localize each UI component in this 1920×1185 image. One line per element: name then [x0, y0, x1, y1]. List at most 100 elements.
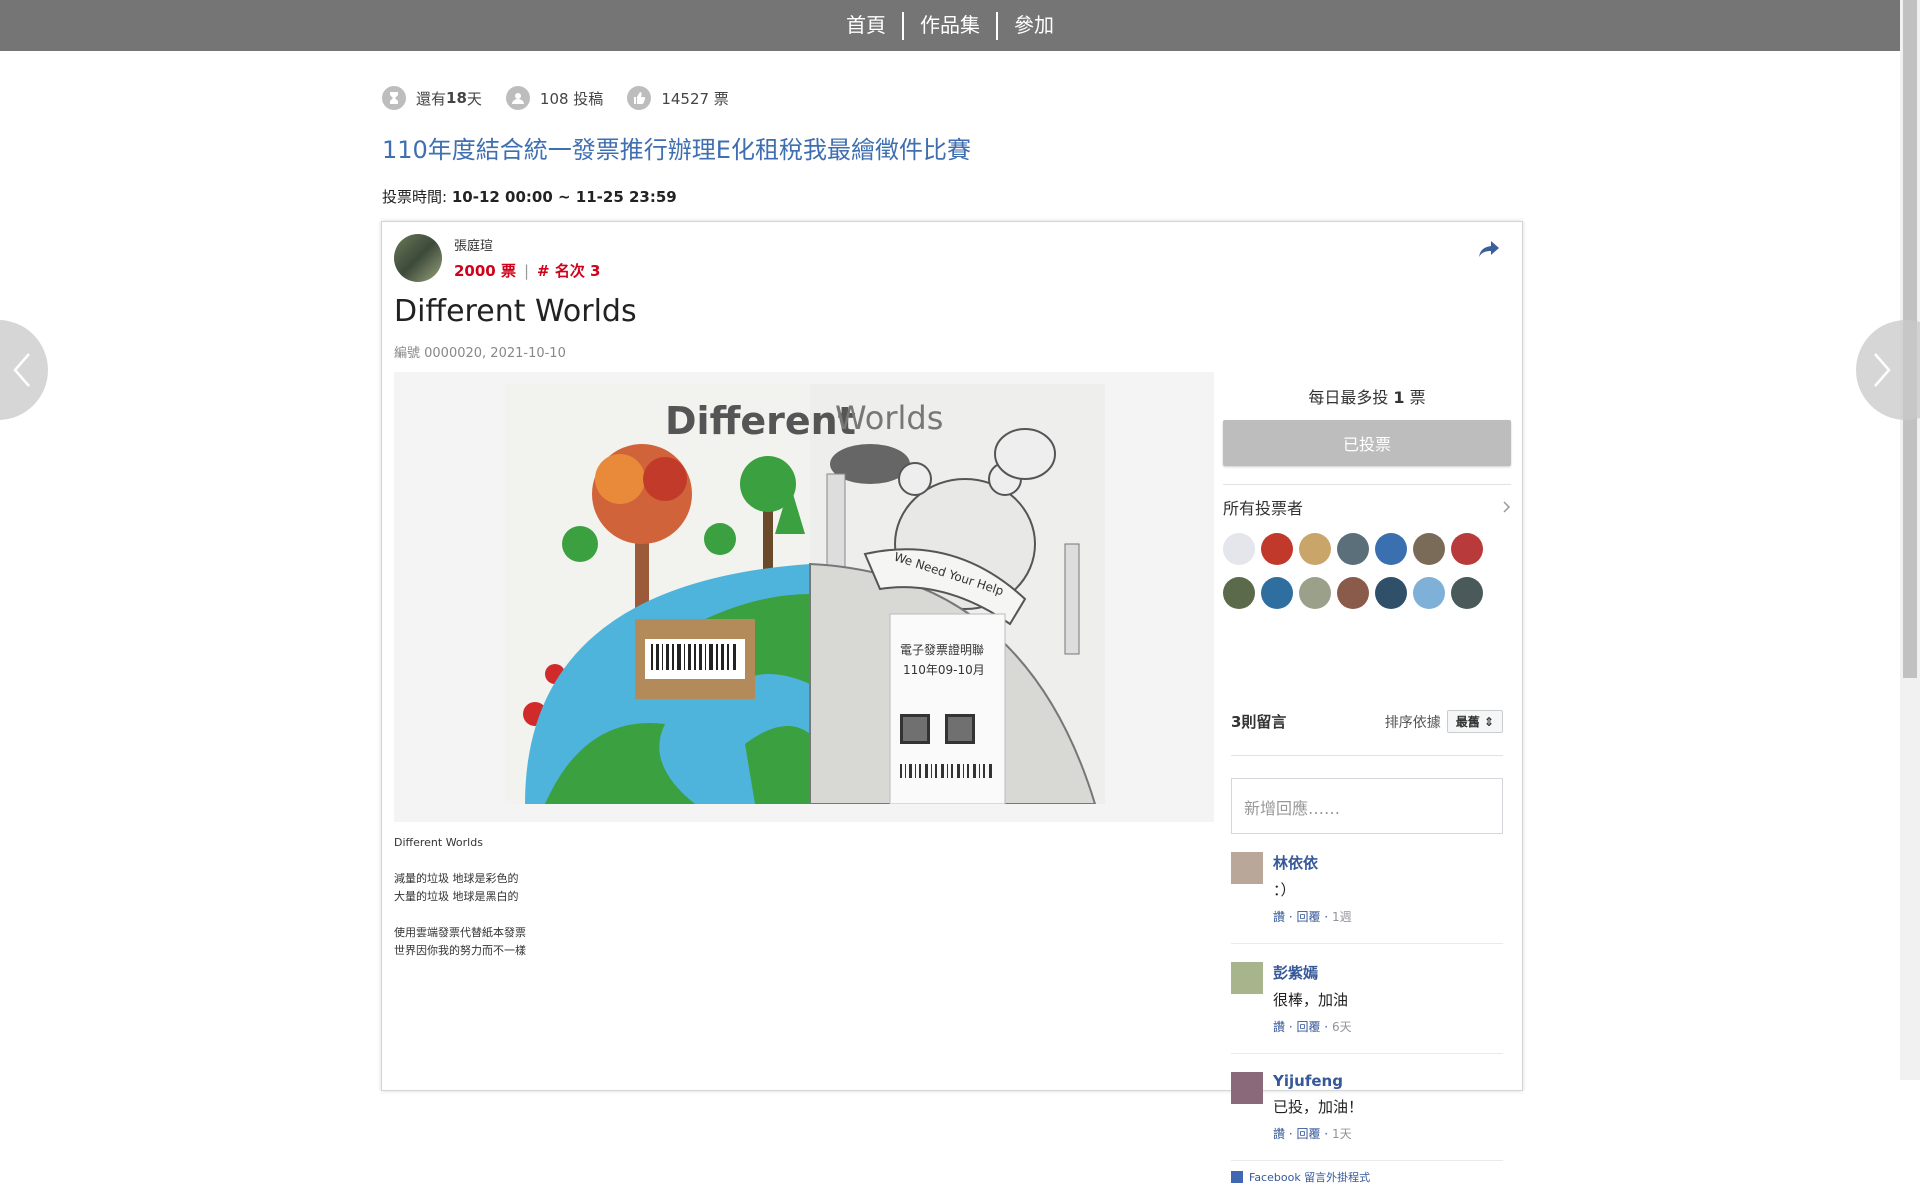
sort-select[interactable]: 最舊 ⇕ [1446, 710, 1503, 733]
entry-description: Different Worlds 減量的垃圾 地球是彩色的 大量的垃圾 地球是黑… [394, 836, 526, 957]
comment-time[interactable]: 1天 [1332, 1127, 1352, 1141]
commenter-avatar[interactable] [1231, 852, 1263, 884]
comment-item: 林依依 ：） 讚 · 回覆 · 1週 [1231, 852, 1503, 944]
reply-link[interactable]: 回覆 [1296, 1020, 1320, 1034]
voting-panel: 每日最多投 1 票 已投票 所有投票者 [1223, 372, 1511, 609]
submissions-stat: 108 投稿 [505, 86, 604, 110]
top-nav: 首頁 作品集 參加 [0, 0, 1900, 51]
reply-link[interactable]: 回覆 [1296, 910, 1320, 924]
contest-stats: 還有 18 天 108 投稿 14527 票 [382, 86, 753, 110]
nav-gallery-link[interactable]: 作品集 [904, 12, 996, 39]
comment-text: 已投，加油！ [1273, 1098, 1364, 1116]
comment-time[interactable]: 1週 [1332, 910, 1352, 924]
entry-title: Different Worlds [394, 294, 637, 329]
entry-votes: 2000 票 [454, 262, 516, 280]
previous-entry-button[interactable] [0, 320, 48, 420]
share-button[interactable] [1478, 240, 1500, 262]
divider [1223, 484, 1511, 485]
like-link[interactable]: 讚 [1273, 1020, 1285, 1034]
entry-rank: # 名次 3 [537, 262, 601, 280]
commenter-name[interactable]: 彭紫嫣 [1273, 962, 1352, 983]
vote-limit-suffix: 票 [1409, 388, 1426, 407]
comment-text: 很棒，加油 [1273, 991, 1349, 1009]
voter-avatar[interactable] [1451, 533, 1483, 565]
like-link[interactable]: 讚 [1273, 910, 1285, 924]
comment-count: 3則留言 [1231, 713, 1287, 731]
remaining-prefix: 還有 [416, 89, 447, 108]
voter-avatar[interactable] [1375, 577, 1407, 609]
vote-time: 投票時間: 10-12 00:00 ~ 11-25 23:59 [382, 186, 677, 207]
daily-vote-limit: 每日最多投 1 票 [1223, 384, 1511, 408]
commenter-name[interactable]: Yijufeng [1273, 1072, 1363, 1090]
vote-limit-count: 1 [1393, 388, 1405, 407]
author-avatar[interactable] [394, 234, 442, 282]
contest-title[interactable]: 110年度結合統一發票推行辦理E化租稅我最繪徵件比賽 [382, 130, 971, 165]
comment-actions: 讚 · 回覆 · 6天 [1273, 1020, 1352, 1034]
artwork-frame: Different Worlds We Need Your Help 電子發票證… [394, 372, 1214, 822]
chevron-right-icon [1503, 501, 1511, 513]
voter-avatar[interactable] [1223, 577, 1255, 609]
comment-actions: 讚 · 回覆 · 1天 [1273, 1127, 1352, 1141]
comment-item: 彭紫嫣 很棒，加油 讚 · 回覆 · 6天 [1231, 962, 1503, 1054]
artwork-heading-left: Different [665, 399, 856, 443]
thumbs-up-icon [627, 86, 652, 110]
artwork-drawing: Different Worlds We Need Your Help 電子發票證… [505, 384, 1105, 804]
nav-home-link[interactable]: 首頁 [830, 12, 902, 39]
share-icon [1479, 241, 1499, 257]
vote-limit-prefix: 每日最多投 [1308, 388, 1389, 407]
voter-avatar[interactable] [1223, 533, 1255, 565]
comment-actions: 讚 · 回覆 · 1週 [1273, 910, 1352, 924]
vote-time-value: 10-12 00:00 ~ 11-25 23:59 [451, 188, 677, 206]
page-scrollbar[interactable] [1900, 0, 1920, 1080]
meta-divider: | [523, 262, 530, 280]
artwork-receipt-title: 電子發票證明聯 [900, 642, 984, 657]
facebook-icon [1231, 1171, 1243, 1183]
facebook-plugin-link[interactable]: Facebook 留言外掛程式 [1231, 1169, 1503, 1185]
remaining-suffix: 天 [466, 89, 482, 108]
voter-avatar[interactable] [1375, 533, 1407, 565]
voter-avatar[interactable] [1451, 577, 1483, 609]
sort-value: 最舊 [1455, 715, 1480, 729]
artwork-image[interactable]: Different Worlds We Need Your Help 電子發票證… [505, 384, 1105, 804]
comment-text: ：） [1273, 881, 1296, 899]
author-name[interactable]: 張庭瑄 [454, 235, 601, 254]
artwork-receipt-period: 110年09-10月 [903, 663, 985, 677]
comment-item: Yijufeng 已投，加油！ 讚 · 回覆 · 1天 [1231, 1072, 1503, 1161]
reply-link[interactable]: 回覆 [1296, 1127, 1320, 1141]
voter-avatar[interactable] [1337, 533, 1369, 565]
comment-time[interactable]: 6天 [1332, 1020, 1352, 1034]
voter-avatar[interactable] [1413, 577, 1445, 609]
voter-avatar[interactable] [1261, 533, 1293, 565]
hourglass-icon [382, 86, 406, 110]
submissions-count: 108 投稿 [539, 89, 604, 108]
commenter-avatar[interactable] [1231, 1072, 1263, 1104]
divider [1231, 755, 1503, 756]
entry-meta: 編號 0000020, 2021-10-10 [394, 346, 566, 361]
remaining-days-stat: 還有 18 天 [382, 86, 482, 110]
comment-input[interactable]: 新增回應…… [1231, 778, 1503, 834]
voter-avatar[interactable] [1299, 577, 1331, 609]
like-link[interactable]: 讚 [1273, 1127, 1285, 1141]
votes-count: 14527 票 [661, 89, 729, 108]
artwork-heading-right: Worlds [835, 399, 943, 437]
comments-header: 3則留言 排序依據 最舊 ⇕ [1223, 710, 1511, 733]
plugin-label: Facebook 留言外掛程式 [1249, 1171, 1371, 1184]
comment-sort: 排序依據 最舊 ⇕ [1385, 710, 1503, 733]
voted-button[interactable]: 已投票 [1223, 420, 1511, 466]
all-voters-link[interactable]: 所有投票者 [1223, 495, 1511, 519]
sort-label: 排序依據 [1384, 714, 1441, 731]
chevron-left-icon [13, 353, 30, 387]
next-entry-button[interactable] [1856, 320, 1920, 420]
voter-avatar[interactable] [1413, 533, 1445, 565]
commenter-name[interactable]: 林依依 [1273, 852, 1352, 873]
voter-avatars [1223, 533, 1511, 609]
nav-join-link[interactable]: 參加 [998, 12, 1070, 39]
voter-avatar[interactable] [1299, 533, 1331, 565]
commenter-avatar[interactable] [1231, 962, 1263, 994]
entry-card: 張庭瑄 2000 票 | # 名次 3 Different Worlds 編號 00… [381, 221, 1523, 1184]
voter-avatar[interactable] [1337, 577, 1369, 609]
voter-avatar[interactable] [1261, 577, 1293, 609]
votes-stat: 14527 票 [627, 86, 729, 110]
author-block: 張庭瑄 2000 票 | # 名次 3 [394, 234, 601, 282]
entry-vote-rank: 2000 票 | # 名次 3 [454, 260, 601, 281]
